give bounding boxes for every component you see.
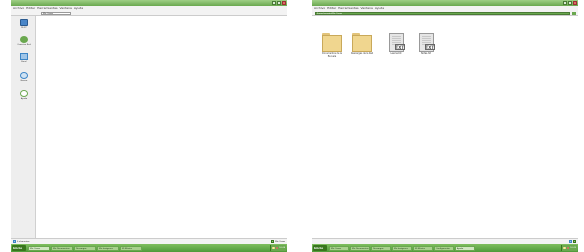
side-item-panel[interactable]: Panel: [13, 53, 35, 63]
task-button[interactable]: Mi Música: [413, 245, 433, 251]
network-status-icon[interactable]: [275, 246, 279, 250]
status-count: 0 elementos: [17, 240, 30, 243]
right-file-manager-window: Archivo Editar Herramientas Ventana Ayud…: [312, 0, 578, 252]
window-controls: [563, 1, 577, 5]
text-file-icon: TXT: [418, 33, 435, 52]
side-item-network[interactable]: Conectar Red: [13, 36, 35, 46]
task-button[interactable]: Mis Documentos: [350, 245, 370, 251]
folder-item[interactable]: Descargas de la Red: [348, 33, 376, 56]
folder-status-icon[interactable]: [573, 240, 576, 243]
left-file-manager-window: Archivo Editar Herramientas Ventana Ayud…: [11, 0, 287, 252]
view-icon[interactable]: [569, 240, 572, 243]
minimize-button[interactable]: [563, 1, 567, 5]
task-button[interactable]: Descargas: [371, 245, 391, 251]
close-button[interactable]: [282, 1, 286, 5]
task-button[interactable]: Mis Cosas: [329, 245, 349, 251]
address-text: /home/usuario/Mis Cosas: [317, 12, 342, 15]
go-button[interactable]: [572, 12, 576, 15]
side-item-label: Ayuda: [20, 97, 28, 100]
window-controls: [272, 1, 286, 5]
task-button[interactable]: Mis Cosas: [28, 245, 50, 251]
side-item-help[interactable]: Ayuda: [13, 90, 35, 100]
file-label: Notas.txt: [420, 52, 432, 55]
side-item-label: Conectar Red: [17, 43, 31, 46]
task-buttons: Mis Cosas Mis Documentos Descargas Mis I…: [329, 245, 475, 251]
taskbar: Inicio Mis Cosas Mis Documentos Descarga…: [312, 244, 578, 252]
control-panel-icon: [20, 53, 28, 60]
task-button[interactable]: Mi Música: [120, 245, 142, 251]
status-location: Mis Cosas: [275, 240, 285, 243]
maximize-button[interactable]: [277, 1, 281, 5]
task-button[interactable]: Ayuda: [455, 245, 475, 251]
task-button[interactable]: Mis Documentos: [51, 245, 73, 251]
task-button[interactable]: Configuración: [434, 245, 454, 251]
network-icon: [20, 36, 28, 43]
side-item-search[interactable]: Buscar: [13, 72, 35, 82]
maximize-button[interactable]: [568, 1, 572, 5]
folder-item[interactable]: Documentos de la Escuela: [318, 33, 346, 58]
clock[interactable]: 10:25: [570, 247, 576, 249]
file-area[interactable]: Documentos de la Escuela Descargas de la…: [312, 16, 578, 238]
close-button[interactable]: [573, 1, 577, 5]
task-button[interactable]: Descargas: [74, 245, 96, 251]
taskbar: Inicio Mis Cosas Mis Documentos Descarga…: [11, 244, 287, 252]
status-left: 0 elementos: [13, 240, 29, 243]
status-right: Mis Cosas: [271, 240, 285, 243]
start-button[interactable]: Inicio: [313, 245, 327, 251]
status-right: [569, 240, 576, 243]
folder-status-icon: [271, 240, 275, 243]
help-icon: [20, 90, 28, 97]
file-item[interactable]: TXT Notas.txt: [412, 33, 440, 56]
computer-icon: [20, 19, 28, 26]
file-area[interactable]: [36, 16, 287, 238]
minimize-button[interactable]: [272, 1, 276, 5]
network-status-icon[interactable]: [566, 246, 570, 250]
system-tray: 10:24: [270, 245, 286, 251]
volume-icon[interactable]: [563, 246, 566, 250]
address-text: Mis Cosas: [43, 12, 53, 15]
text-file-icon: TXT: [388, 33, 405, 52]
side-item-label: Panel: [21, 60, 27, 63]
side-item-label: Mi PC: [21, 26, 27, 29]
file-item[interactable]: TXT Leeme.txt: [382, 33, 410, 56]
clock[interactable]: 10:24: [279, 247, 285, 249]
address-input[interactable]: Mis Cosas: [41, 12, 71, 15]
task-button[interactable]: Mis Imágenes: [392, 245, 412, 251]
folder-icon: [322, 33, 342, 52]
file-label: Leeme.txt: [390, 52, 402, 55]
folder-icon: [352, 33, 372, 52]
side-panel: Mi PC Conectar Red Panel Buscar Ayuda: [11, 16, 36, 238]
file-label: Descargas de la Red: [350, 52, 374, 55]
task-button[interactable]: Mis Imágenes: [97, 245, 119, 251]
system-tray: 10:25: [561, 245, 577, 251]
start-button[interactable]: Inicio: [12, 245, 26, 251]
volume-icon[interactable]: [272, 246, 275, 250]
items-icon: [13, 240, 16, 243]
address-input[interactable]: /home/usuario/Mis Cosas: [315, 12, 570, 15]
file-label: Documentos de la Escuela: [322, 52, 342, 58]
side-item-label: Buscar: [20, 79, 28, 82]
search-icon: [20, 72, 28, 79]
txt-badge: TXT: [394, 44, 405, 50]
side-item-computer[interactable]: Mi PC: [13, 19, 35, 29]
task-buttons: Mis Cosas Mis Documentos Descargas Mis I…: [28, 245, 142, 251]
txt-badge: TXT: [424, 44, 435, 50]
